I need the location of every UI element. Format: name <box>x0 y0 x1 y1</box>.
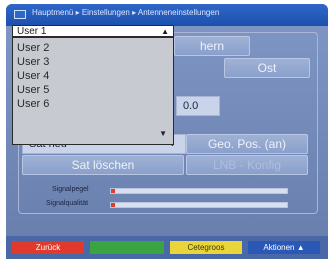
blue-key-button[interactable]: Aktionen ▲ <box>248 241 320 254</box>
ost-button[interactable]: Ost <box>224 58 310 78</box>
lnb-config-button[interactable]: LNB - Konfig <box>186 155 308 175</box>
green-key-button[interactable] <box>90 241 164 254</box>
color-key-bar: Zurück Cetegroos Aktionen ▲ <box>6 236 328 259</box>
value-field[interactable]: 0.0 <box>176 96 220 116</box>
west-button[interactable]: hern <box>174 36 250 56</box>
user-select-value: User 1 <box>17 26 47 37</box>
breadcrumb: Hauptmenü ▸ Einstellungen ▸ Antenneneins… <box>32 8 220 17</box>
title-bar: Hauptmenü ▸ Einstellungen ▸ Antenneneins… <box>6 4 328 26</box>
dropdown-option[interactable]: User 2 <box>17 42 49 54</box>
dropdown-option[interactable]: User 6 <box>17 98 49 110</box>
geo-position-button[interactable]: Geo. Pos. (an) <box>186 134 308 154</box>
signal-quality-label: Signalqualität <box>46 200 89 207</box>
signal-strength-fill <box>111 189 115 193</box>
user-dropdown-list: User 2 User 3 User 4 User 5 User 6 ▼ <box>12 37 174 145</box>
menu-icon <box>14 10 26 19</box>
dropdown-option[interactable]: User 5 <box>17 84 49 96</box>
dropdown-option[interactable]: User 3 <box>17 56 49 68</box>
signal-quality-fill <box>111 203 115 207</box>
delete-satellite-button[interactable]: Sat löschen <box>22 155 184 175</box>
dropdown-option[interactable]: User 4 <box>17 70 49 82</box>
user-select[interactable]: User 1 ▲ <box>12 25 174 37</box>
signal-quality-bar <box>110 202 288 208</box>
caret-down-icon[interactable]: ▼ <box>159 129 167 138</box>
signal-strength-label: Signalpegel <box>52 186 89 193</box>
yellow-key-button[interactable]: Cetegroos <box>170 241 242 254</box>
signal-strength-bar <box>110 188 288 194</box>
red-key-button[interactable]: Zurück <box>12 241 84 254</box>
